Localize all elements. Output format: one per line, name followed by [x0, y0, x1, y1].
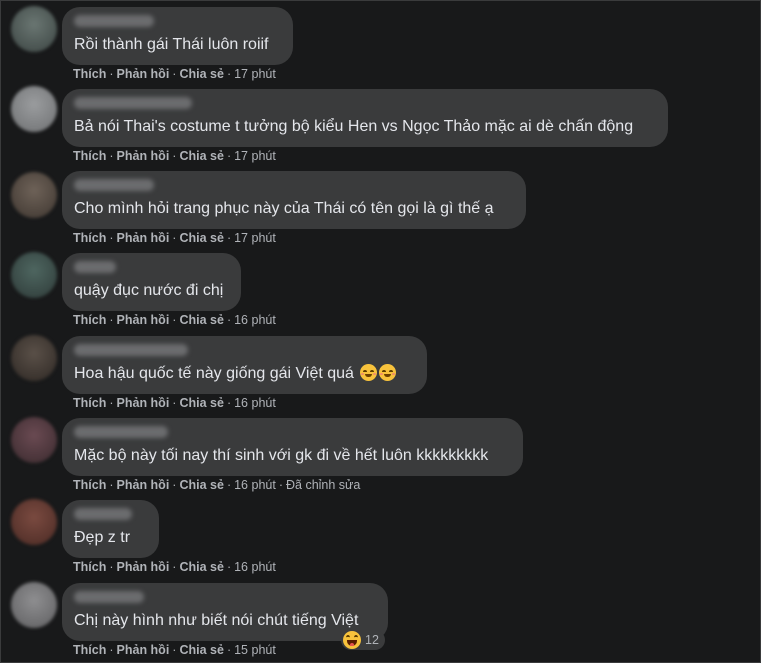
haha-reaction-icon — [343, 631, 361, 649]
timestamp[interactable]: 16 phút — [234, 313, 276, 327]
comment-text: Rồi thành gái Thái luôn roiif — [74, 36, 269, 53]
comment-text: Đẹp z tr — [74, 529, 131, 546]
comment-actions: Thích · Phản hồi · Chia sẻ · 16 phút · Đã chỉnh … — [73, 478, 361, 492]
comment-actions: Thích · Phản hồi · Chia sẻ · 16 phút — [73, 396, 276, 410]
avatar[interactable] — [11, 172, 57, 218]
avatar[interactable] — [11, 335, 57, 381]
avatar[interactable] — [11, 86, 57, 132]
like-button[interactable]: Thích — [73, 67, 106, 81]
comment-bubble: Đẹp z tr — [62, 500, 159, 558]
like-button[interactable]: Thích — [73, 643, 106, 657]
timestamp[interactable]: 16 phút — [234, 560, 276, 574]
reaction-count: 12 — [365, 633, 379, 647]
edited-label[interactable]: Đã chỉnh sửa — [286, 478, 360, 492]
like-button[interactable]: Thích — [73, 560, 106, 574]
timestamp[interactable]: 16 phút — [234, 478, 276, 492]
reaction-summary[interactable]: 12 — [341, 630, 385, 650]
blurred-author-name[interactable] — [74, 15, 154, 27]
share-button[interactable]: Chia sẻ — [179, 478, 223, 492]
comment-bubble: Rồi thành gái Thái luôn roiif — [62, 7, 293, 65]
reply-button[interactable]: Phản hồi — [117, 231, 170, 245]
blurred-author-name[interactable] — [74, 179, 154, 191]
comment-actions: Thích · Phản hồi · Chia sẻ · 17 phút — [73, 231, 276, 245]
comment-bubble: Bả nói Thai's costume t tưởng bộ kiểu He… — [62, 89, 668, 147]
avatar[interactable] — [11, 499, 57, 545]
comment-bubble: Hoa hậu quốc tế này giống gái Việt quá — [62, 336, 427, 394]
comment-actions: Thích · Phản hồi · Chia sẻ · 15 phút — [73, 643, 276, 657]
share-button[interactable]: Chia sẻ — [179, 560, 223, 574]
avatar[interactable] — [11, 582, 57, 628]
share-button[interactable]: Chia sẻ — [179, 313, 223, 327]
blurred-author-name[interactable] — [74, 426, 168, 438]
comment-text: quậy đục nước đi chị — [74, 282, 224, 299]
comment-actions: Thích · Phản hồi · Chia sẻ · 17 phút — [73, 67, 276, 81]
blurred-author-name[interactable] — [74, 591, 144, 603]
reply-button[interactable]: Phản hồi — [117, 560, 170, 574]
comment-actions: Thích · Phản hồi · Chia sẻ · 17 phút — [73, 149, 276, 163]
comment-bubble: Chị này hình như biết nói chút tiếng Việ… — [62, 583, 388, 641]
reply-button[interactable]: Phản hồi — [117, 643, 170, 657]
timestamp[interactable]: 17 phút — [234, 231, 276, 245]
comment-text: Mặc bộ này tối nay thí sinh với gk đi về… — [74, 447, 489, 464]
reply-button[interactable]: Phản hồi — [117, 478, 170, 492]
like-button[interactable]: Thích — [73, 231, 106, 245]
share-button[interactable]: Chia sẻ — [179, 231, 223, 245]
comment-bubble: Cho mình hỏi trang phục này của Thái có … — [62, 171, 526, 229]
like-button[interactable]: Thích — [73, 149, 106, 163]
comment-text: Bả nói Thai's costume t tưởng bộ kiểu He… — [74, 118, 634, 135]
like-button[interactable]: Thích — [73, 396, 106, 410]
comment-actions: Thích · Phản hồi · Chia sẻ · 16 phút — [73, 560, 276, 574]
avatar[interactable] — [11, 6, 57, 52]
timestamp[interactable]: 17 phút — [234, 67, 276, 81]
blurred-author-name[interactable] — [74, 344, 188, 356]
avatar[interactable] — [11, 252, 57, 298]
timestamp[interactable]: 16 phút — [234, 396, 276, 410]
grinning-blush-emoji — [360, 364, 378, 381]
blurred-author-name[interactable] — [74, 97, 192, 109]
share-button[interactable]: Chia sẻ — [179, 396, 223, 410]
reply-button[interactable]: Phản hồi — [117, 313, 170, 327]
comment-bubble: Mặc bộ này tối nay thí sinh với gk đi về… — [62, 418, 523, 476]
blurred-author-name[interactable] — [74, 261, 116, 273]
share-button[interactable]: Chia sẻ — [179, 643, 223, 657]
like-button[interactable]: Thích — [73, 478, 106, 492]
comment-text: Chị này hình như biết nói chút tiếng Việ… — [74, 612, 359, 629]
avatar[interactable] — [11, 417, 57, 463]
share-button[interactable]: Chia sẻ — [179, 67, 223, 81]
comment-text: Hoa hậu quốc tế này giống gái Việt quá — [74, 364, 397, 384]
blurred-author-name[interactable] — [74, 508, 132, 520]
like-button[interactable]: Thích — [73, 313, 106, 327]
reply-button[interactable]: Phản hồi — [117, 67, 170, 81]
comment-bubble: quậy đục nước đi chị — [62, 253, 241, 311]
reply-button[interactable]: Phản hồi — [117, 396, 170, 410]
comment-text: Cho mình hỏi trang phục này của Thái có … — [74, 200, 494, 217]
reply-button[interactable]: Phản hồi — [117, 149, 170, 163]
timestamp[interactable]: 17 phút — [234, 149, 276, 163]
share-button[interactable]: Chia sẻ — [179, 149, 223, 163]
grinning-blush-emoji — [379, 364, 397, 381]
timestamp[interactable]: 15 phút — [234, 643, 276, 657]
comment-actions: Thích · Phản hồi · Chia sẻ · 16 phút — [73, 313, 276, 327]
